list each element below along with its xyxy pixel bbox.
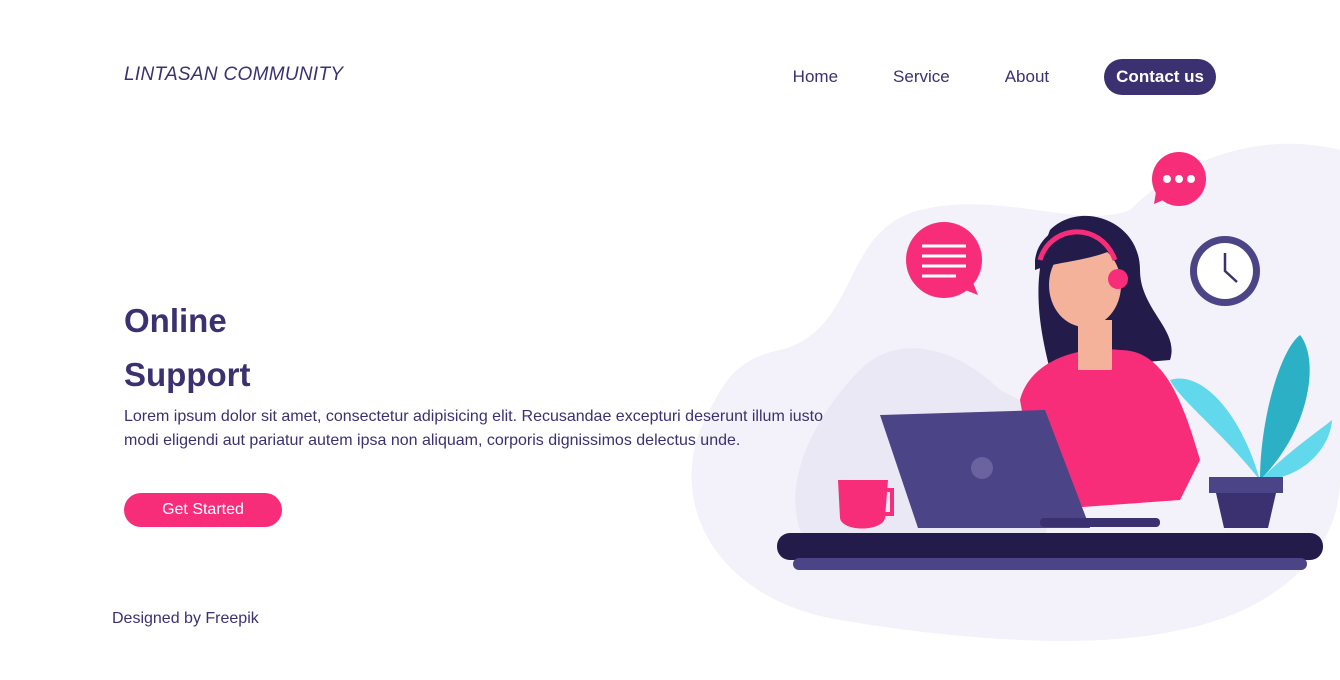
brand-logo[interactable]: LINTASAN COMMUNITY <box>124 64 343 86</box>
main-nav: Home Service About Contact us <box>793 59 1216 95</box>
nav-about[interactable]: About <box>1005 67 1049 87</box>
contact-us-button[interactable]: Contact us <box>1104 59 1216 95</box>
desk <box>777 533 1323 560</box>
clock-icon <box>1190 236 1260 306</box>
designer-credit: Designed by Freepik <box>112 610 259 627</box>
hero-description: Lorem ipsum dolor sit amet, consectetur … <box>124 408 824 449</box>
nav-service[interactable]: Service <box>893 67 950 87</box>
hero-title: Online Support <box>124 302 251 393</box>
get-started-button[interactable]: Get Started <box>124 493 282 527</box>
nav-home[interactable]: Home <box>793 67 838 87</box>
chat-bubble-icon <box>906 222 982 298</box>
typing-bubble-icon <box>1152 152 1206 206</box>
